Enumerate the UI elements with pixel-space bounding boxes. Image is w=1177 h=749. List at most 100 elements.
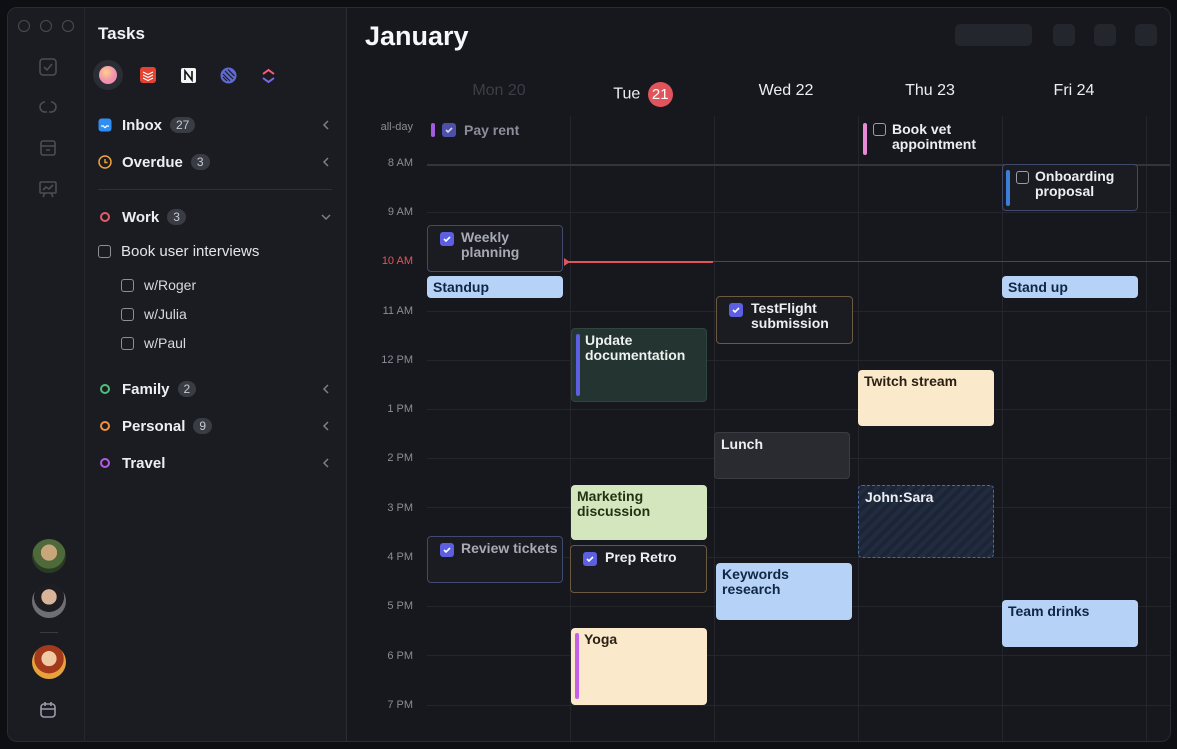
hour-line [427, 212, 1170, 213]
event-keywords-research[interactable]: Keywords research [716, 563, 852, 620]
sidebar-item-inbox[interactable]: Inbox 27 [98, 112, 332, 138]
family-circle-icon [100, 384, 110, 394]
event-marketing-discussion[interactable]: Marketing discussion [571, 485, 707, 540]
day-header-mon[interactable]: Mon 20 [427, 82, 571, 100]
avatar-2[interactable] [32, 584, 66, 618]
checked-checkbox-icon[interactable] [729, 303, 743, 317]
archive-icon[interactable] [37, 137, 59, 159]
at-link-icon[interactable] [37, 96, 59, 118]
event-title: Pay rent [464, 122, 520, 138]
chevron-down-icon[interactable] [320, 211, 332, 223]
event-book-vet-appointment[interactable]: Book vet appointment [861, 121, 1001, 157]
hour-line [427, 507, 1170, 508]
today-button[interactable] [1094, 24, 1116, 46]
chevron-left-icon[interactable] [320, 119, 332, 131]
task-book-user-interviews[interactable]: Book user interviews [98, 243, 259, 260]
time-label: 6 PM [387, 650, 413, 662]
event-yoga[interactable]: Yoga [571, 628, 707, 705]
event-title: Review tickets [461, 540, 558, 556]
hour-line [427, 655, 1170, 656]
time-label: 9 AM [387, 206, 413, 218]
task-checkbox[interactable] [873, 123, 886, 136]
day-header-thu[interactable]: Thu 23 [858, 82, 1002, 100]
time-label: 7 PM [387, 699, 413, 711]
calendar-view: January Mon 20 Tue 21 Wed 22 Thu 23 Fri … [347, 8, 1170, 741]
event-update-documentation[interactable]: Update documentation [571, 328, 707, 402]
minimize-window-button[interactable] [40, 20, 52, 32]
avatar-1[interactable] [32, 539, 66, 573]
zoom-window-button[interactable] [62, 20, 74, 32]
event-standup[interactable]: Standup [427, 276, 563, 298]
chevron-left-icon[interactable] [320, 156, 332, 168]
current-time-line [568, 261, 713, 263]
subtask-label: w/Julia [144, 306, 187, 322]
chevron-left-icon[interactable] [320, 420, 332, 432]
notion-icon[interactable] [173, 60, 203, 90]
chevron-left-icon[interactable] [320, 457, 332, 469]
overdue-count-badge: 3 [190, 154, 210, 170]
event-weekly-planning[interactable]: Weekly planning [427, 225, 563, 272]
checked-checkbox-icon[interactable] [583, 552, 597, 566]
chart-board-icon[interactable] [37, 178, 59, 200]
sidebar-item-personal[interactable]: Personal 9 [98, 413, 332, 439]
event-onboarding-proposal[interactable]: Onboarding proposal [1002, 164, 1138, 211]
time-label: 1 PM [387, 403, 413, 415]
day-header-wed[interactable]: Wed 22 [714, 82, 858, 100]
next-button[interactable] [1135, 24, 1157, 46]
sidebar-item-travel[interactable]: Travel [98, 450, 332, 476]
day-header-tue[interactable]: Tue 21 [571, 82, 715, 107]
sidebar-item-work[interactable]: Work 3 [98, 204, 332, 230]
event-john-sara[interactable]: John:Sara [858, 485, 994, 558]
avatar-3[interactable] [32, 645, 66, 679]
event-color-bar [1006, 170, 1010, 206]
subtask-roger[interactable]: w/Roger [121, 277, 196, 293]
event-lunch[interactable]: Lunch [714, 432, 850, 479]
personal-label: Personal [122, 417, 186, 435]
event-team-drinks[interactable]: Team drinks [1002, 600, 1138, 647]
all-sources-orb-icon[interactable] [93, 60, 123, 90]
task-label: Book user interviews [121, 243, 260, 260]
event-title: John:Sara [865, 489, 934, 505]
event-pay-rent[interactable]: Pay rent [430, 121, 565, 145]
family-label: Family [122, 380, 170, 398]
travel-label: Travel [122, 454, 166, 472]
task-checkbox[interactable] [98, 245, 111, 258]
event-title: TestFlight submission [751, 300, 829, 331]
linear-icon[interactable] [213, 60, 243, 90]
today-badge: 21 [647, 82, 673, 107]
overdue-label: Overdue [122, 153, 183, 171]
time-label: 3 PM [387, 502, 413, 514]
sidebar-item-overdue[interactable]: Overdue 3 [98, 149, 332, 175]
calendar-icon[interactable] [37, 699, 59, 721]
subtask-label: w/Roger [144, 277, 197, 293]
todoist-icon[interactable] [133, 60, 163, 90]
work-label: Work [122, 208, 160, 226]
event-testflight-submission[interactable]: TestFlight submission [716, 296, 853, 344]
hour-line [427, 360, 1170, 361]
close-window-button[interactable] [18, 20, 30, 32]
event-twitch-stream[interactable]: Twitch stream [858, 370, 994, 426]
sidebar-item-family[interactable]: Family 2 [98, 376, 332, 402]
event-prep-retro[interactable]: Prep Retro [570, 545, 707, 593]
day-header-fri[interactable]: Fri 24 [1002, 82, 1146, 100]
integrations-row [93, 60, 283, 90]
clickup-icon[interactable] [253, 60, 283, 90]
event-review-tickets[interactable]: Review tickets [427, 536, 563, 583]
event-stand-up-fri[interactable]: Stand up [1002, 276, 1138, 298]
prev-button[interactable] [1053, 24, 1075, 46]
subtask-checkbox[interactable] [121, 336, 134, 350]
subtask-julia[interactable]: w/Julia [121, 306, 187, 322]
checked-checkbox-icon[interactable] [440, 232, 454, 246]
subtask-paul[interactable]: w/Paul [121, 335, 186, 351]
checkbox-icon[interactable] [37, 56, 59, 78]
checked-checkbox-icon[interactable] [440, 543, 454, 557]
subtask-checkbox[interactable] [121, 307, 134, 321]
view-switcher-button[interactable] [955, 24, 1032, 46]
chevron-left-icon[interactable] [320, 383, 332, 395]
checked-checkbox-icon[interactable] [442, 123, 456, 137]
subtask-checkbox[interactable] [121, 278, 134, 292]
task-checkbox[interactable] [1016, 171, 1029, 184]
event-color-bar [575, 633, 579, 699]
time-label: 11 AM [382, 305, 413, 317]
time-label: 5 PM [387, 600, 413, 612]
